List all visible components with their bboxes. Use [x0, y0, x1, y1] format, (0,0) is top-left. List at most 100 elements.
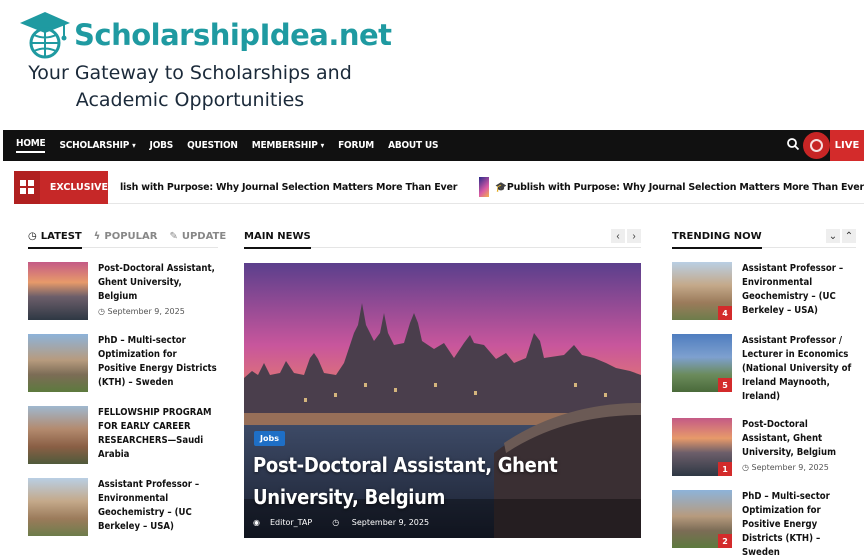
pen-icon: ✎: [169, 231, 178, 242]
main-nav: HOME SCHOLARSHIP ▾ JOBS QUESTION MEMBERSH…: [3, 130, 864, 161]
nav-about-label: ABOUT US: [388, 140, 439, 151]
graduation-globe-icon: [20, 12, 70, 59]
main-news-section: MAIN NEWS ‹ › Jobs Post-Doctoral Assista…: [244, 226, 641, 538]
post-thumbnail[interactable]: [28, 334, 88, 392]
ticker-thumbnail[interactable]: [479, 177, 490, 197]
latest-posts-widget: ◷ LATEST ϟ POPULAR ✎ UPDATE Post-Doctoral A…: [28, 226, 226, 536]
list-item[interactable]: FELLOWSHIP PROGRAM FOR EARLY CAREER RESE…: [28, 406, 218, 464]
post-date: ◷ September 9, 2025: [98, 307, 218, 316]
nav-forum[interactable]: FORUM: [338, 140, 374, 151]
post-date: ◷ September 9, 2025: [742, 463, 856, 472]
site-tagline: Your Gateway to Scholarships and Academi…: [0, 60, 380, 114]
rank-badge: 2: [718, 534, 732, 548]
nav-scholarship[interactable]: SCHOLARSHIP ▾: [59, 140, 135, 151]
list-item[interactable]: Post-Doctoral Assistant, Ghent Universit…: [28, 262, 218, 320]
ticker-headline-2-text: Publish with Purpose: Why Journal Select…: [506, 181, 864, 193]
slider-controls: ⌄ ⌃: [824, 229, 856, 243]
post-title[interactable]: PhD – Multi-sector Optimization for Posi…: [98, 334, 218, 392]
post-title[interactable]: Assistant Professor / Lecturer in Econom…: [742, 334, 856, 404]
slider-controls: ‹ ›: [609, 229, 641, 243]
post-date-text: September 9, 2025: [751, 463, 829, 472]
category-badge[interactable]: Jobs: [254, 431, 285, 446]
clock-icon: ◷: [332, 518, 342, 527]
list-item[interactable]: Assistant Professor – Environmental Geoc…: [28, 478, 218, 536]
ticker-headline-1[interactable]: lish with Purpose: Why Journal Selection…: [120, 182, 457, 193]
section-header: MAIN NEWS ‹ ›: [244, 226, 641, 249]
site-logo[interactable]: ScholarshipIdea.net: [18, 10, 392, 60]
post-thumbnail[interactable]: 4: [672, 262, 732, 320]
ticker-label: EXCLUSIVE: [49, 181, 108, 193]
post-title[interactable]: Post-Doctoral Assistant, Ghent Universit…: [98, 262, 218, 304]
post-date-text: September 9, 2025: [107, 307, 185, 316]
section-title: MAIN NEWS: [244, 231, 311, 249]
tagline-line-2: Academic Opportunities: [75, 89, 305, 111]
clock-icon: ◷: [98, 307, 108, 316]
post-thumbnail[interactable]: [28, 406, 88, 464]
nav-about-us[interactable]: ABOUT US: [388, 140, 438, 151]
post-thumbnail[interactable]: 1: [672, 418, 732, 476]
ticker-headline-2[interactable]: 🎓Publish with Purpose: Why Journal Selec…: [495, 182, 864, 193]
nav-home-label: HOME: [16, 138, 46, 149]
hero-title[interactable]: Post-Doctoral Assistant, Ghent Universit…: [253, 449, 623, 513]
author[interactable]: ◉ Editor_TAP: [253, 518, 322, 527]
post-title[interactable]: Assistant Professor – Environmental Geoc…: [98, 478, 218, 536]
post-date: ◷ September 9, 2025: [332, 518, 439, 527]
list-item[interactable]: PhD – Multi-sector Optimization for Posi…: [28, 334, 218, 392]
site-header: ScholarshipIdea.net Your Gateway to Scho…: [0, 0, 864, 130]
live-button[interactable]: LIVE: [830, 130, 864, 161]
rank-badge: 1: [718, 462, 732, 476]
tab-latest-label: LATEST: [40, 231, 82, 242]
post-thumbnail[interactable]: 5: [672, 334, 732, 392]
rank-badge: 4: [718, 306, 732, 320]
chevron-down-icon[interactable]: ⌄: [826, 229, 840, 243]
post-thumbnail[interactable]: [28, 262, 88, 320]
prev-arrow-icon[interactable]: ‹: [611, 229, 625, 243]
post-title[interactable]: Assistant Professor – Environmental Geoc…: [742, 262, 856, 320]
chevron-down-icon: ▾: [320, 141, 325, 150]
list-item[interactable]: 5 Assistant Professor / Lecturer in Econ…: [672, 334, 856, 404]
list-item[interactable]: 1 Post-Doctoral Assistant, Ghent Univers…: [672, 418, 856, 476]
nav-membership-label: MEMBERSHIP: [251, 140, 318, 151]
post-date-text: September 9, 2025: [351, 518, 430, 527]
next-arrow-icon[interactable]: ›: [627, 229, 641, 243]
hero-meta: ◉ Editor_TAP ◷ September 9, 2025: [253, 518, 449, 527]
chevron-up-icon[interactable]: ⌃: [842, 229, 856, 243]
nav-forum-label: FORUM: [338, 140, 375, 151]
nav-jobs-label: JOBS: [149, 140, 174, 151]
nav-question-label: QUESTION: [187, 140, 238, 151]
post-thumbnail[interactable]: [28, 478, 88, 536]
post-title[interactable]: Post-Doctoral Assistant, Ghent Universit…: [742, 418, 856, 460]
list-item[interactable]: 4 Assistant Professor – Environmental Ge…: [672, 262, 856, 320]
grid-icon: [14, 170, 40, 204]
nav-question[interactable]: QUESTION: [187, 140, 238, 151]
search-icon[interactable]: [786, 137, 800, 151]
nav-scholarship-label: SCHOLARSHIP: [59, 140, 130, 151]
nav-membership[interactable]: MEMBERSHIP ▾: [251, 140, 325, 151]
clock-icon: ◷: [28, 231, 37, 242]
hero-slide[interactable]: Jobs Post-Doctoral Assistant, Ghent Univ…: [244, 263, 641, 538]
tab-update[interactable]: ✎ UPDATE: [169, 231, 226, 242]
nav-jobs[interactable]: JOBS: [150, 140, 174, 151]
ticker-badge: EXCLUSIVE: [14, 170, 108, 204]
tab-latest[interactable]: ◷ LATEST: [28, 231, 82, 249]
post-title[interactable]: FELLOWSHIP PROGRAM FOR EARLY CAREER RESE…: [98, 406, 218, 464]
nav-home[interactable]: HOME: [16, 138, 46, 153]
tab-update-label: UPDATE: [181, 231, 227, 242]
logo-text: ScholarshipIdea.net: [74, 18, 392, 52]
tab-bar: ◷ LATEST ϟ POPULAR ✎ UPDATE: [28, 226, 226, 249]
section-title: TRENDING NOW: [672, 231, 762, 249]
clock-icon: ◷: [742, 463, 752, 472]
tab-popular[interactable]: ϟ POPULAR: [94, 231, 158, 242]
section-header: TRENDING NOW ⌄ ⌃: [672, 226, 856, 249]
author-name: Editor_TAP: [269, 518, 313, 527]
bolt-icon: ϟ: [93, 231, 101, 242]
tagline-line-1: Your Gateway to Scholarships and: [28, 62, 352, 84]
live-indicator-icon[interactable]: [803, 132, 830, 159]
tab-popular-label: POPULAR: [104, 231, 158, 242]
trending-widget: TRENDING NOW ⌄ ⌃ 4 Assistant Professor –…: [672, 226, 856, 560]
post-title[interactable]: PhD – Multi-sector Optimization for Posi…: [742, 490, 856, 560]
list-item[interactable]: 2 PhD – Multi-sector Optimization for Po…: [672, 490, 856, 560]
user-icon: ◉: [253, 518, 260, 527]
live-ring-icon: [810, 139, 823, 152]
post-thumbnail[interactable]: 2: [672, 490, 732, 548]
